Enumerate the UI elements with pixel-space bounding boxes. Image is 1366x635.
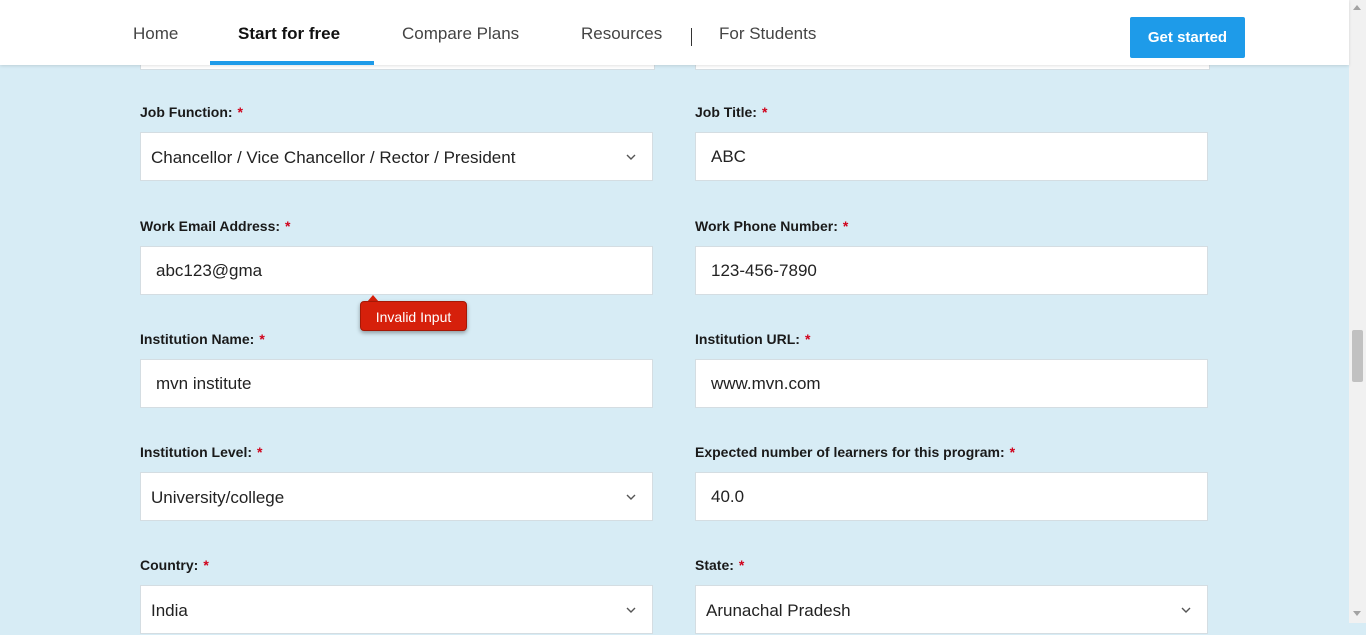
required-marker: * — [842, 218, 849, 234]
chevron-down-icon — [626, 607, 636, 613]
institution-url-input[interactable] — [696, 360, 1207, 407]
institution-url-field[interactable] — [695, 359, 1208, 408]
top-nav: Home Start for free Compare Plans Resour… — [0, 0, 1349, 65]
institution-name-input[interactable] — [141, 360, 652, 407]
institution-name-label: Institution Name: * — [140, 331, 265, 347]
expected-learners-input[interactable] — [696, 473, 1207, 520]
scroll-up-arrow[interactable] — [1353, 5, 1361, 10]
required-marker: * — [804, 331, 811, 347]
chevron-down-icon — [626, 494, 636, 500]
work-phone-field[interactable] — [695, 246, 1208, 295]
expected-learners-field[interactable] — [695, 472, 1208, 521]
required-marker: * — [257, 444, 263, 460]
job-title-input[interactable] — [696, 133, 1207, 180]
institution-level-value: University/college — [151, 488, 285, 507]
required-marker: * — [203, 557, 209, 573]
chevron-down-icon — [626, 154, 636, 160]
work-email-label: Work Email Address: * — [140, 218, 291, 234]
nav-for-students-link[interactable]: For Students — [719, 0, 816, 65]
nav-resources-link[interactable]: Resources — [581, 0, 662, 65]
state-label: State: * — [695, 557, 745, 573]
country-value: India — [151, 601, 188, 620]
nav-compare-plans-link[interactable]: Compare Plans — [402, 0, 519, 65]
institution-level-select[interactable]: University/college — [140, 472, 653, 521]
job-title-label: Job Title: * — [695, 104, 768, 120]
required-marker: * — [237, 104, 243, 120]
scroll-down-arrow[interactable] — [1353, 611, 1361, 616]
job-title-field[interactable] — [695, 132, 1208, 181]
country-select[interactable]: India — [140, 585, 653, 634]
institution-level-label: Institution Level: * — [140, 444, 263, 460]
nav-divider — [691, 28, 692, 46]
work-email-input[interactable] — [141, 247, 652, 294]
required-marker: * — [738, 557, 745, 573]
active-tab-indicator — [210, 61, 374, 65]
expected-learners-label: Expected number of learners for this pro… — [695, 444, 1016, 460]
country-label: Country: * — [140, 557, 209, 573]
state-select[interactable]: Arunachal Pradesh — [695, 585, 1208, 634]
institution-name-field[interactable] — [140, 359, 653, 408]
required-marker: * — [259, 331, 265, 347]
invalid-input-tooltip: Invalid Input — [360, 301, 467, 331]
required-marker: * — [1009, 444, 1016, 460]
scrollbar-thumb[interactable] — [1352, 330, 1363, 382]
job-function-value: Chancellor / Vice Chancellor / Rector / … — [151, 148, 516, 167]
nav-home-link[interactable]: Home — [133, 0, 178, 65]
work-email-field[interactable] — [140, 246, 653, 295]
required-marker: * — [285, 218, 291, 234]
vertical-scrollbar[interactable] — [1349, 0, 1366, 623]
job-function-label: Job Function: * — [140, 104, 243, 120]
institution-url-label: Institution URL: * — [695, 331, 811, 347]
work-phone-label: Work Phone Number: * — [695, 218, 849, 234]
nav-start-free-link[interactable]: Start for free — [238, 0, 340, 65]
chevron-down-icon — [1181, 607, 1191, 613]
get-started-button[interactable]: Get started — [1130, 17, 1245, 58]
work-phone-input[interactable] — [696, 247, 1207, 294]
state-value: Arunachal Pradesh — [706, 601, 851, 620]
required-marker: * — [761, 104, 768, 120]
job-function-select[interactable]: Chancellor / Vice Chancellor / Rector / … — [140, 132, 653, 181]
